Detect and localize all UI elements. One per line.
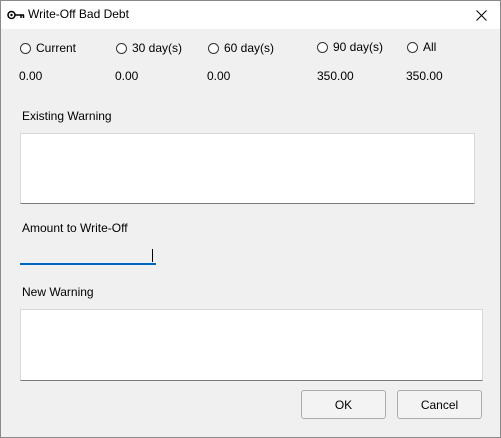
amount-30-days: 0.00 (115, 69, 139, 83)
radio-90-days-label: 90 day(s) (333, 40, 384, 54)
close-button[interactable] (462, 1, 500, 29)
existing-warning-label: Existing Warning (22, 109, 112, 123)
radio-60-days-label: 60 day(s) (224, 41, 275, 55)
amount-60-days: 0.00 (207, 69, 231, 83)
new-warning-textarea[interactable] (20, 309, 483, 381)
amount-to-write-off-input[interactable] (20, 247, 156, 265)
amount-to-write-off-label: Amount to Write-Off (22, 221, 128, 235)
radio-circle[interactable] (20, 42, 31, 54)
close-icon (475, 9, 487, 21)
write-off-dialog: Write-Off Bad Debt Current 30 day(s) 60 … (0, 0, 501, 438)
radio-circle[interactable] (407, 41, 418, 53)
amount-90-days: 350.00 (317, 69, 354, 83)
existing-warning-textarea[interactable] (20, 133, 475, 204)
cancel-button[interactable]: Cancel (397, 390, 482, 419)
amount-all: 350.00 (406, 69, 443, 83)
radio-circle[interactable] (317, 41, 328, 53)
text-caret (152, 249, 153, 262)
radio-90-days[interactable]: 90 day(s) (317, 39, 383, 55)
amount-current: 0.00 (19, 69, 43, 83)
radio-circle[interactable] (208, 42, 219, 54)
radio-current[interactable]: Current (20, 40, 76, 56)
radio-all[interactable]: All (407, 39, 436, 55)
radio-current-label: Current (36, 41, 77, 55)
ok-button[interactable]: OK (301, 390, 386, 419)
radio-30-days[interactable]: 30 day(s) (116, 40, 182, 56)
radio-circle[interactable] (116, 42, 127, 54)
key-icon (7, 9, 25, 21)
window-title: Write-Off Bad Debt (28, 7, 129, 21)
title-bar: Write-Off Bad Debt (1, 1, 500, 29)
radio-all-label: All (423, 40, 437, 54)
radio-60-days[interactable]: 60 day(s) (208, 40, 274, 56)
new-warning-label: New Warning (22, 285, 94, 299)
radio-30-days-label: 30 day(s) (132, 41, 183, 55)
